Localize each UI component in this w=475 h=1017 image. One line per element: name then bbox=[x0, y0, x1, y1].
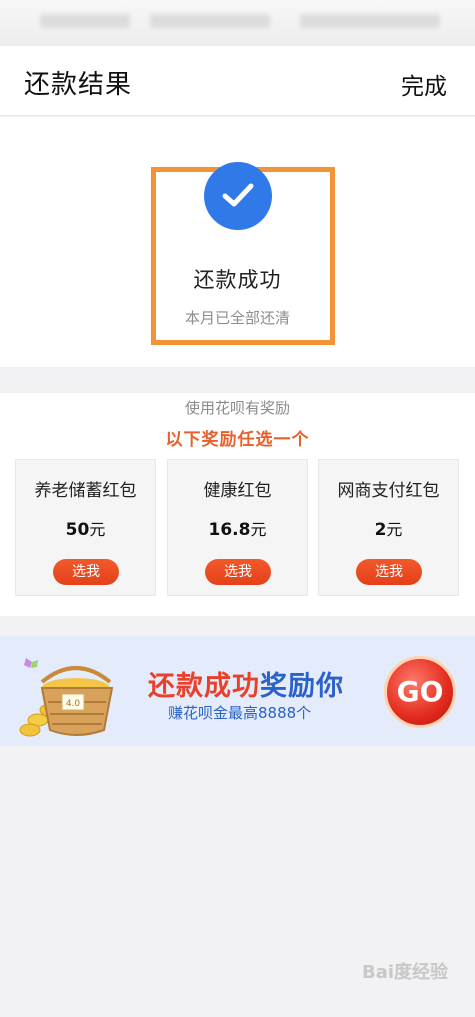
choose-button[interactable]: 选我 bbox=[356, 559, 422, 585]
choose-button[interactable]: 选我 bbox=[53, 559, 119, 585]
reward-card-amount: 16.8元 bbox=[208, 520, 267, 540]
reward-card-amount: 2元 bbox=[374, 520, 403, 540]
gold-coin-basket-icon: 4.0 bbox=[19, 658, 114, 737]
reward-card-name: 网商支付红包 bbox=[337, 481, 440, 501]
done-button[interactable]: 完成 bbox=[401, 67, 447, 101]
banner-headline: 还款成功奖励你 bbox=[148, 671, 344, 702]
repay-subtext: 本月已全部还清 bbox=[184, 309, 290, 327]
page-title: 还款结果 bbox=[24, 70, 133, 100]
reward-card-name: 养老储蓄红包 bbox=[34, 481, 137, 501]
result-panel: 还款成功 本月已全部还清 bbox=[0, 117, 475, 367]
svg-text:4.0: 4.0 bbox=[66, 699, 81, 709]
repay-status: 还款成功 bbox=[193, 268, 282, 292]
rewards-hint: 使用花呗有奖励 bbox=[184, 399, 290, 417]
promo-banner[interactable]: 4.0 还款成功奖励你 赚花呗金最高8888个 GO bbox=[0, 636, 475, 746]
banner-subline: 赚花呗金最高8888个 bbox=[168, 704, 312, 722]
watermark-logo: Bai度经验 bbox=[362, 962, 449, 983]
go-button[interactable]: GO bbox=[384, 656, 456, 728]
rewards-section: 使用花呗有奖励 以下奖励任选一个 养老储蓄红包 50元 选我 健康红包 16.8… bbox=[0, 393, 475, 616]
reward-card-name: 健康红包 bbox=[203, 481, 272, 501]
choose-button[interactable]: 选我 bbox=[205, 559, 271, 585]
status-bar bbox=[0, 0, 475, 46]
reward-card-health[interactable]: 健康红包 16.8元 选我 bbox=[167, 459, 308, 596]
reward-card-amount: 50元 bbox=[65, 520, 106, 540]
check-circle-icon bbox=[204, 162, 272, 230]
reward-card-mybank[interactable]: 网商支付红包 2元 选我 bbox=[318, 459, 459, 596]
reward-card-pension[interactable]: 养老储蓄红包 50元 选我 bbox=[15, 459, 156, 596]
nav-bar: 还款结果 完成 bbox=[0, 46, 475, 116]
rewards-pick-title: 以下奖励任选一个 bbox=[165, 430, 310, 450]
